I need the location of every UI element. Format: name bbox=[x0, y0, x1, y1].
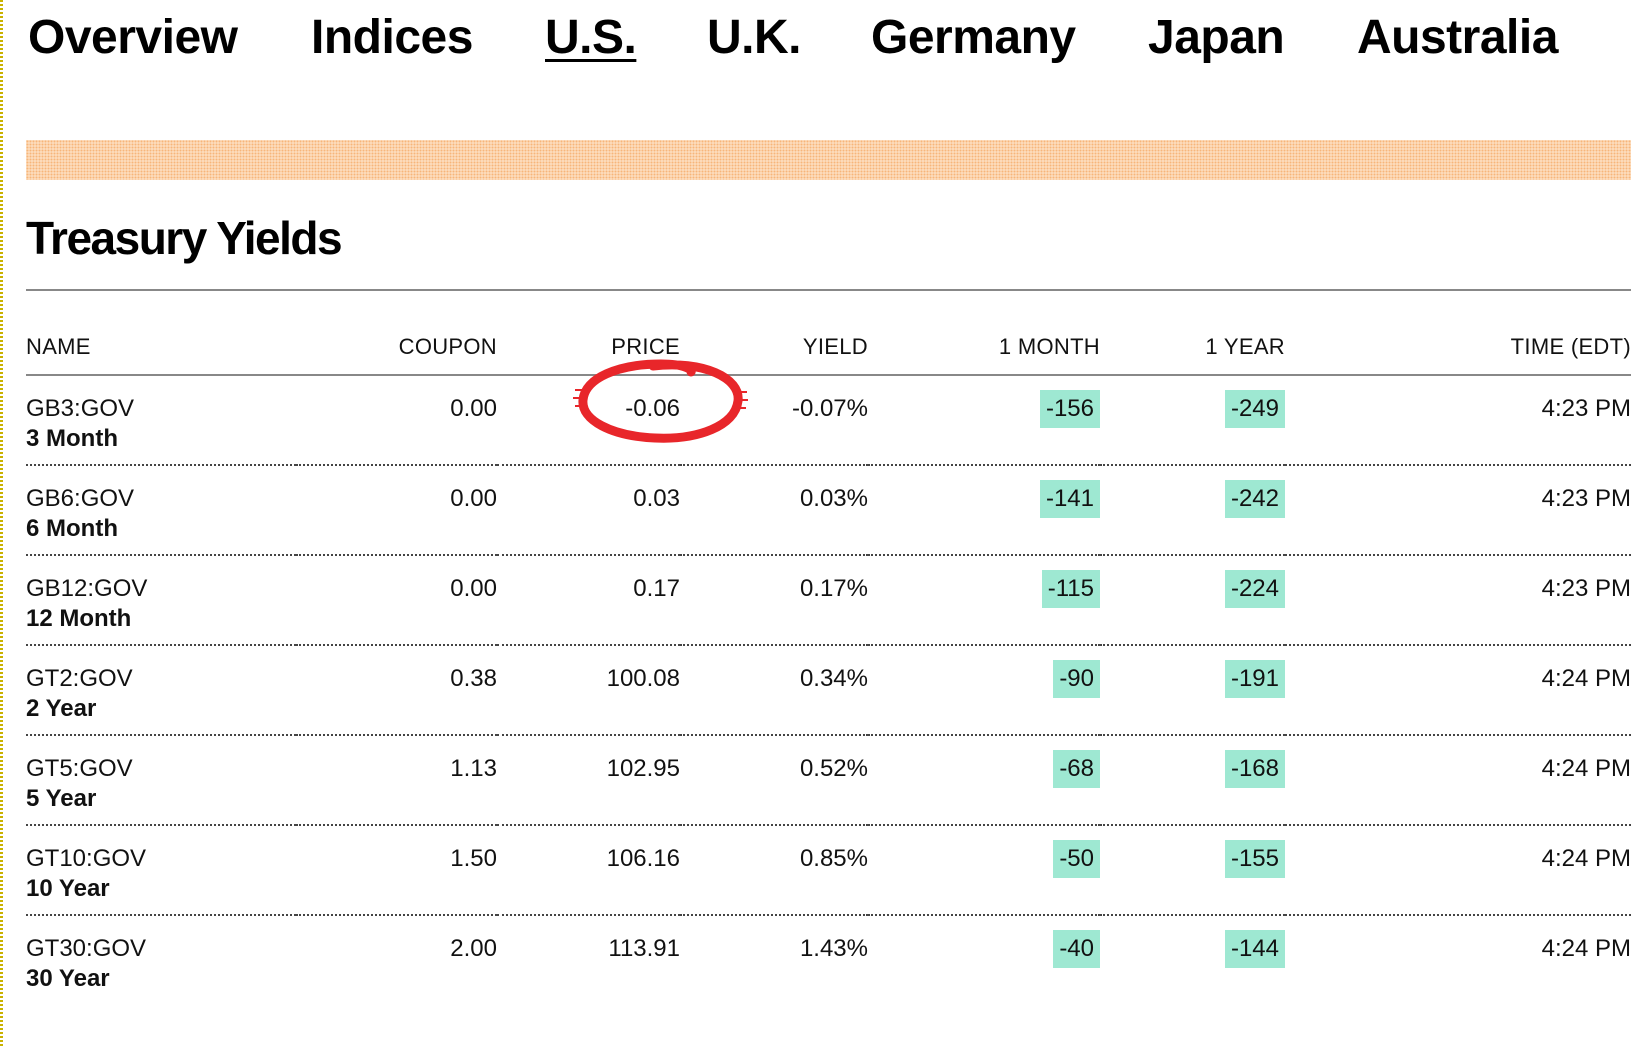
nav-japan[interactable]: Japan bbox=[1148, 8, 1285, 68]
column-header-coupon[interactable]: COUPON bbox=[296, 320, 497, 376]
one-year-change-badge: -168 bbox=[1224, 750, 1285, 788]
price-value: 113.91 bbox=[608, 935, 680, 962]
page-left-border bbox=[0, 0, 3, 1046]
security-symbol-link[interactable]: GB12:GOV bbox=[26, 574, 296, 604]
price-value: 0.03 bbox=[633, 485, 680, 512]
price-value: -0.06 bbox=[625, 395, 680, 422]
coupon-value: 2.00 bbox=[450, 935, 497, 962]
security-term: 12 Month bbox=[26, 605, 132, 632]
one-year-change-badge: -144 bbox=[1224, 930, 1285, 968]
coupon-value: 1.50 bbox=[450, 845, 497, 872]
column-header-1-year[interactable]: 1 YEAR bbox=[1100, 320, 1285, 376]
one-month-change-badge: -40 bbox=[1053, 930, 1100, 968]
coupon-value: 0.00 bbox=[450, 395, 497, 422]
column-header-time[interactable]: TIME (EDT) bbox=[1285, 320, 1631, 376]
price-value: 100.08 bbox=[606, 665, 680, 692]
time-value: 4:23 PM bbox=[1541, 395, 1631, 422]
security-symbol-link[interactable]: GT30:GOV bbox=[26, 934, 296, 964]
security-term: 3 Month bbox=[26, 425, 118, 452]
column-header-price[interactable]: PRICE bbox=[497, 320, 680, 376]
one-month-change-badge: -115 bbox=[1041, 570, 1100, 608]
table-row[interactable]: GB12:GOV 12 Month 0.00 0.17 0.17% -115 -… bbox=[26, 555, 1631, 646]
market-nav: Overview Indices U.S. U.K. Germany Japan… bbox=[26, 0, 1626, 90]
nav-australia[interactable]: Australia bbox=[1357, 8, 1558, 68]
title-divider bbox=[26, 289, 1631, 291]
yield-value: 0.52% bbox=[799, 755, 868, 782]
one-year-change-badge: -242 bbox=[1224, 480, 1285, 518]
time-value: 4:24 PM bbox=[1541, 665, 1631, 692]
one-month-change-badge: -50 bbox=[1053, 840, 1100, 878]
yield-value: 0.34% bbox=[799, 665, 868, 692]
security-symbol-link[interactable]: GT10:GOV bbox=[26, 844, 296, 874]
time-value: 4:23 PM bbox=[1541, 485, 1631, 512]
yield-value: 1.43% bbox=[799, 935, 868, 962]
price-value: 102.95 bbox=[606, 755, 680, 782]
table-header-row: NAME COUPON PRICE YIELD 1 MONTH 1 YEAR T… bbox=[26, 320, 1631, 376]
one-year-change-badge: -155 bbox=[1224, 840, 1285, 878]
security-term: 30 Year bbox=[26, 965, 110, 992]
ad-banner[interactable] bbox=[26, 140, 1631, 180]
one-month-change-badge: -141 bbox=[1039, 480, 1100, 518]
security-term: 5 Year bbox=[26, 785, 97, 812]
yield-value: 0.17% bbox=[799, 575, 868, 602]
time-value: 4:24 PM bbox=[1541, 755, 1631, 782]
security-term: 10 Year bbox=[26, 875, 110, 902]
nav-us[interactable]: U.S. bbox=[545, 8, 637, 68]
one-year-change-badge: -224 bbox=[1224, 570, 1285, 608]
coupon-value: 1.13 bbox=[450, 755, 497, 782]
yield-value: -0.07% bbox=[791, 395, 868, 422]
price-value: 0.17 bbox=[633, 575, 680, 602]
yield-value: 0.85% bbox=[799, 845, 868, 872]
column-header-name[interactable]: NAME bbox=[26, 320, 296, 376]
coupon-value: 0.00 bbox=[450, 485, 497, 512]
table-row[interactable]: GB6:GOV 6 Month 0.00 0.03 0.03% -141 -24… bbox=[26, 465, 1631, 556]
one-month-change-badge: -68 bbox=[1053, 750, 1100, 788]
security-symbol-link[interactable]: GB3:GOV bbox=[26, 394, 296, 424]
time-value: 4:24 PM bbox=[1541, 845, 1631, 872]
security-term: 6 Month bbox=[26, 515, 118, 542]
table-row[interactable]: GT5:GOV 5 Year 1.13 102.95 0.52% -68 -16… bbox=[26, 735, 1631, 826]
security-symbol-link[interactable]: GT5:GOV bbox=[26, 754, 296, 784]
column-header-yield[interactable]: YIELD bbox=[680, 320, 868, 376]
treasury-yields-table: NAME COUPON PRICE YIELD 1 MONTH 1 YEAR T… bbox=[26, 320, 1631, 1004]
one-month-change-badge: -90 bbox=[1053, 660, 1100, 698]
yield-value: 0.03% bbox=[799, 485, 868, 512]
price-value: 106.16 bbox=[606, 845, 680, 872]
coupon-value: 0.00 bbox=[450, 575, 497, 602]
time-value: 4:23 PM bbox=[1541, 575, 1631, 602]
coupon-value: 0.38 bbox=[450, 665, 497, 692]
nav-germany[interactable]: Germany bbox=[871, 8, 1076, 68]
table-row[interactable]: GT2:GOV 2 Year 0.38 100.08 0.34% -90 -19… bbox=[26, 645, 1631, 736]
one-year-change-badge: -191 bbox=[1224, 660, 1285, 698]
security-symbol-link[interactable]: GT2:GOV bbox=[26, 664, 296, 694]
security-symbol-link[interactable]: GB6:GOV bbox=[26, 484, 296, 514]
section-title: Treasury Yields bbox=[26, 212, 343, 264]
one-year-change-badge: -249 bbox=[1224, 390, 1285, 428]
table-row[interactable]: GT10:GOV 10 Year 1.50 106.16 0.85% -50 -… bbox=[26, 825, 1631, 916]
security-term: 2 Year bbox=[26, 695, 97, 722]
nav-overview[interactable]: Overview bbox=[28, 8, 238, 68]
table-row[interactable]: GT30:GOV 30 Year 2.00 113.91 1.43% -40 -… bbox=[26, 915, 1631, 1004]
one-month-change-badge: -156 bbox=[1039, 390, 1100, 428]
time-value: 4:24 PM bbox=[1541, 935, 1631, 962]
nav-indices[interactable]: Indices bbox=[311, 8, 473, 68]
column-header-1-month[interactable]: 1 MONTH bbox=[868, 320, 1100, 376]
nav-uk[interactable]: U.K. bbox=[707, 8, 802, 68]
table-row[interactable]: GB3:GOV 3 Month 0.00 -0.06 -0.07% -156 -… bbox=[26, 359, 1631, 466]
